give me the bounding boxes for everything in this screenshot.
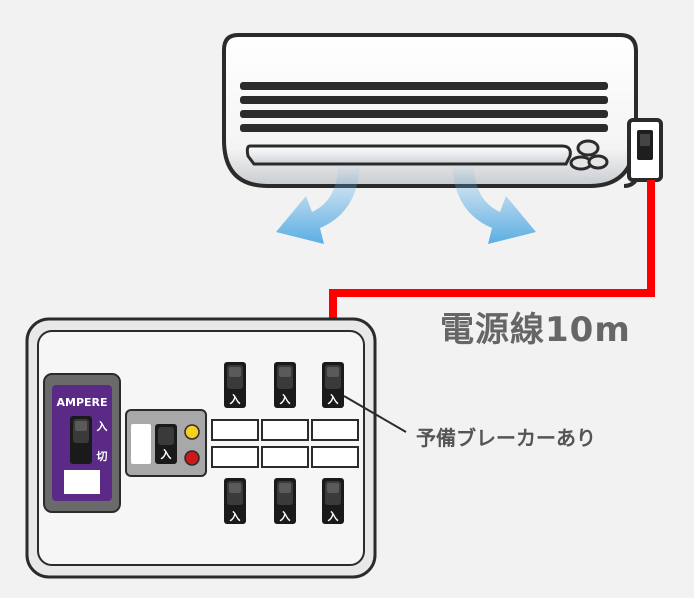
leak-breaker-on-label: 入 (161, 448, 172, 461)
breaker-on-label: 入 (280, 510, 291, 523)
leakage-breaker (125, 409, 207, 477)
breaker-on-label: 入 (230, 510, 241, 523)
breaker-on-label: 入 (328, 393, 339, 406)
main-breaker (43, 373, 121, 513)
wall-outlet-icon (623, 118, 663, 188)
main-breaker-brand: AMPERE (56, 396, 107, 409)
spare-breaker-label: 予備ブレーカーあり (416, 426, 596, 450)
indicator-light-red (184, 450, 200, 466)
air-conditioner-icon (222, 33, 638, 188)
breaker-on-label: 入 (230, 393, 241, 406)
main-breaker-label-plate (64, 470, 100, 494)
air-outlet-louver (245, 144, 572, 166)
main-breaker-off-label: 切 (97, 450, 108, 463)
breaker-on-label: 入 (280, 393, 291, 406)
main-breaker-switch (70, 416, 92, 464)
main-breaker-on-label: 入 (97, 420, 108, 433)
indicator-light-yellow (184, 424, 200, 440)
cable-length-label: 電源線10m (440, 310, 631, 350)
breaker-on-label: 入 (328, 510, 339, 523)
diagram-canvas: 入 入 入 入 入 入 入 AMPERE 入 切 (25, 33, 663, 579)
